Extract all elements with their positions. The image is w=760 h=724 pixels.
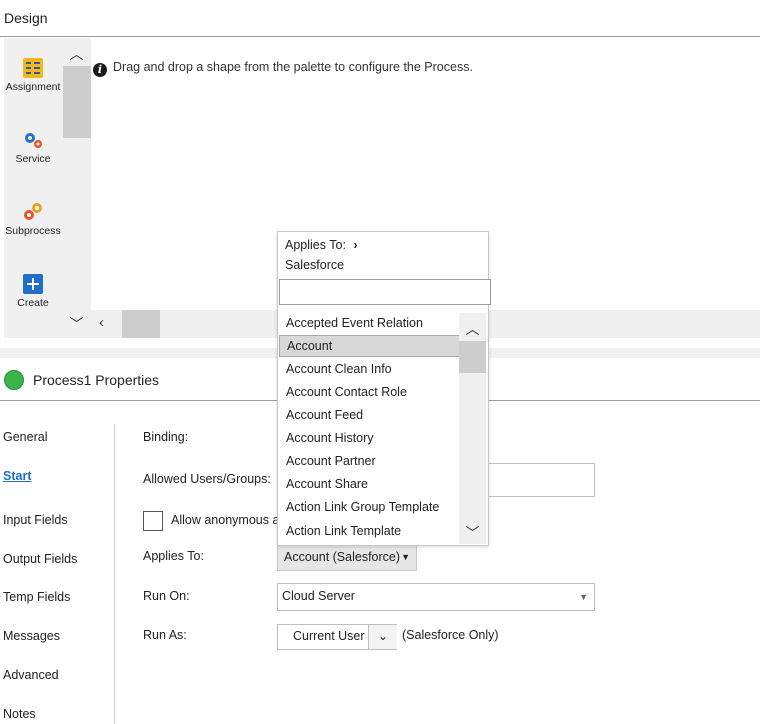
dropdown-source: Salesforce xyxy=(285,258,345,272)
dropdown-scrollbar[interactable]: ︿ ﹀ xyxy=(459,313,486,544)
plus-icon xyxy=(23,274,43,294)
palette-label-assignment: Assignment xyxy=(5,81,61,93)
palette-item-subprocess[interactable]: Subprocess xyxy=(4,202,62,237)
nav-divider xyxy=(114,424,115,724)
tab-advanced[interactable]: Advanced xyxy=(3,668,59,682)
caret-down-icon: ▼ xyxy=(579,592,588,602)
run-on-select[interactable]: Cloud Server ▼ xyxy=(277,583,595,611)
run-as-label: Run As: xyxy=(143,628,187,642)
subprocess-icon xyxy=(24,203,42,220)
tab-general[interactable]: General xyxy=(3,430,47,444)
palette-item-create[interactable]: Create xyxy=(4,274,62,309)
palette-item-assignment[interactable]: Assignment xyxy=(4,58,62,93)
status-indicator xyxy=(4,370,24,390)
applies-to-button[interactable]: Account (Salesforce) ▼ xyxy=(277,545,417,571)
allow-anonymous-checkbox[interactable] xyxy=(143,511,163,531)
tab-temp-fields[interactable]: Temp Fields xyxy=(3,590,70,604)
list-item[interactable]: Account Partner xyxy=(279,450,464,472)
list-item-selected[interactable]: Account xyxy=(279,335,466,357)
palette-scroll-thumb[interactable] xyxy=(63,66,91,138)
applies-to-label: Applies To: xyxy=(143,549,204,563)
tab-start[interactable]: Start xyxy=(3,469,31,483)
palette-item-service[interactable]: Service xyxy=(4,130,62,165)
scroll-up-icon[interactable]: ︿ xyxy=(62,44,91,64)
run-on-label: Run On: xyxy=(143,589,190,603)
list-item[interactable]: Action Link Template xyxy=(279,520,464,542)
palette-scrollbar[interactable]: ︿ ﹀ xyxy=(62,38,91,338)
caret-down-icon: ▼ xyxy=(401,552,410,562)
chevron-right-icon: › xyxy=(353,238,358,252)
assignment-icon xyxy=(23,58,43,78)
list-item[interactable]: Account Contact Role xyxy=(279,381,464,403)
tab-notes[interactable]: Notes xyxy=(3,707,36,721)
scroll-left-icon[interactable]: ‹ xyxy=(99,314,104,331)
list-item[interactable]: Account Feed xyxy=(279,404,464,426)
canvas-hint-text: Drag and drop a shape from the palette t… xyxy=(113,60,473,74)
list-item[interactable]: Account History xyxy=(279,427,464,449)
dropdown-breadcrumb[interactable]: Applies To: › xyxy=(285,238,358,252)
list-item[interactable]: Accepted Event Relation xyxy=(279,312,464,334)
header-divider xyxy=(0,36,760,37)
list-item[interactable]: Action Link Group Template xyxy=(279,496,464,518)
allowed-users-label: Allowed Users/Groups: xyxy=(143,472,271,486)
canvas-hint: i Drag and drop a shape from the palette … xyxy=(93,60,473,77)
breadcrumb-label: Applies To: xyxy=(285,238,346,252)
palette-label-create: Create xyxy=(17,297,49,309)
tab-messages[interactable]: Messages xyxy=(3,629,60,643)
binding-label: Binding: xyxy=(143,430,189,444)
run-as-value: Current User xyxy=(293,629,365,643)
scroll-down-icon[interactable]: ﹀ xyxy=(62,314,91,334)
canvas-scroll-thumb[interactable] xyxy=(122,310,160,338)
applies-to-value: Account (Salesforce) xyxy=(284,550,401,564)
palette-label-service: Service xyxy=(15,153,51,165)
shape-palette: Assignment Service Subprocess Create xyxy=(4,38,62,338)
palette-label-subprocess: Subprocess xyxy=(5,225,61,237)
applies-to-dropdown: Applies To: › Salesforce Accepted Event … xyxy=(277,231,491,546)
scroll-up-icon[interactable]: ︿ xyxy=(459,319,486,339)
run-on-value: Cloud Server xyxy=(282,589,355,603)
chevron-down-icon[interactable]: ⌄ xyxy=(368,625,397,649)
scroll-down-icon[interactable]: ﹀ xyxy=(459,523,486,543)
info-icon: i xyxy=(93,63,107,77)
run-as-note: (Salesforce Only) xyxy=(402,628,499,642)
page-title: Design xyxy=(4,10,48,26)
allow-anonymous-label: Allow anonymous a xyxy=(171,513,280,527)
properties-title: Process1 Properties xyxy=(33,372,160,388)
list-item[interactable]: Account Clean Info xyxy=(279,358,464,380)
tab-output-fields[interactable]: Output Fields xyxy=(3,552,77,566)
dropdown-scroll-thumb[interactable] xyxy=(459,341,486,373)
dropdown-search-input[interactable] xyxy=(279,279,491,305)
list-item[interactable]: Account Share xyxy=(279,473,464,495)
tab-input-fields[interactable]: Input Fields xyxy=(3,513,68,527)
service-gear-icon xyxy=(25,133,42,148)
run-as-select[interactable]: Current User ⌄ xyxy=(277,624,397,650)
